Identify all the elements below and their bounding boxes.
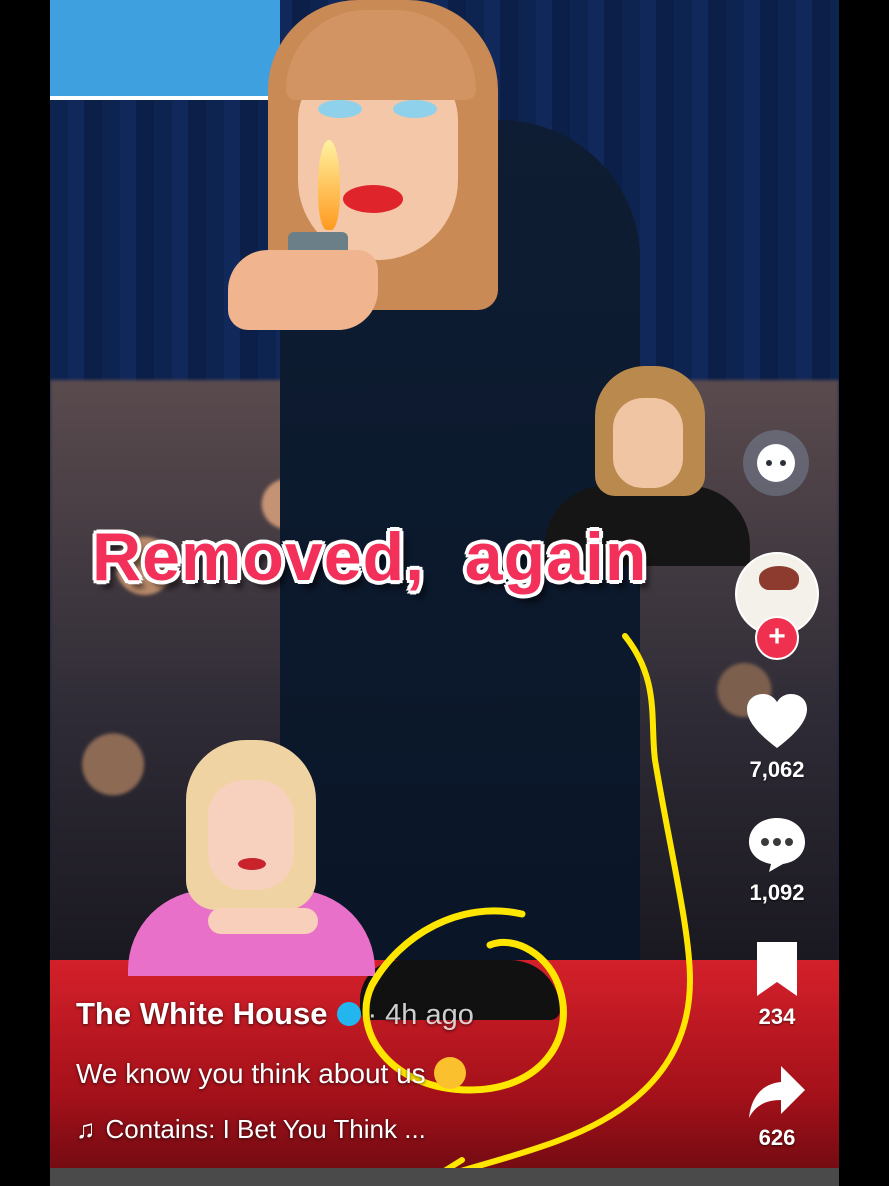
photo-sticker-pink bbox=[128, 740, 375, 976]
username[interactable]: The White House bbox=[76, 996, 327, 1031]
comment-quick-button[interactable] bbox=[743, 430, 809, 496]
post-description: We know you think about us bbox=[76, 1058, 426, 1089]
comment-bubble-icon[interactable] bbox=[747, 816, 807, 874]
face-with-hand-over-mouth-emoji-icon bbox=[433, 1056, 466, 1089]
eagle-seal-icon bbox=[759, 566, 799, 590]
share-count: 626 bbox=[758, 1125, 796, 1150]
follow-button[interactable]: + bbox=[755, 616, 799, 660]
bookmark-icon[interactable] bbox=[747, 942, 807, 998]
like-count: 7,062 bbox=[749, 757, 805, 782]
post-time: · 4h ago bbox=[367, 999, 474, 1031]
action-rail: + 7,062 1,092 234 626 bbox=[735, 0, 819, 1186]
bookmark-count: 234 bbox=[758, 1004, 796, 1029]
progress-bar[interactable] bbox=[50, 1168, 839, 1186]
heart-icon[interactable] bbox=[747, 694, 807, 750]
post-author-line: The White House · 4h ago bbox=[76, 996, 474, 1032]
comment-count: 1,092 bbox=[749, 880, 805, 905]
verified-badge-icon bbox=[337, 1001, 362, 1026]
share-arrow-icon[interactable] bbox=[747, 1064, 807, 1120]
overlay-caption: Removed, again bbox=[92, 519, 648, 595]
music-line[interactable]: ♫ Contains: I Bet You Think ... bbox=[76, 1114, 426, 1145]
cartoon-face-sticker bbox=[228, 0, 528, 330]
music-title: Contains: I Bet You Think ... bbox=[105, 1114, 426, 1144]
music-note-icon: ♫ bbox=[76, 1114, 96, 1144]
post-description-line[interactable]: We know you think about us bbox=[76, 1056, 466, 1092]
